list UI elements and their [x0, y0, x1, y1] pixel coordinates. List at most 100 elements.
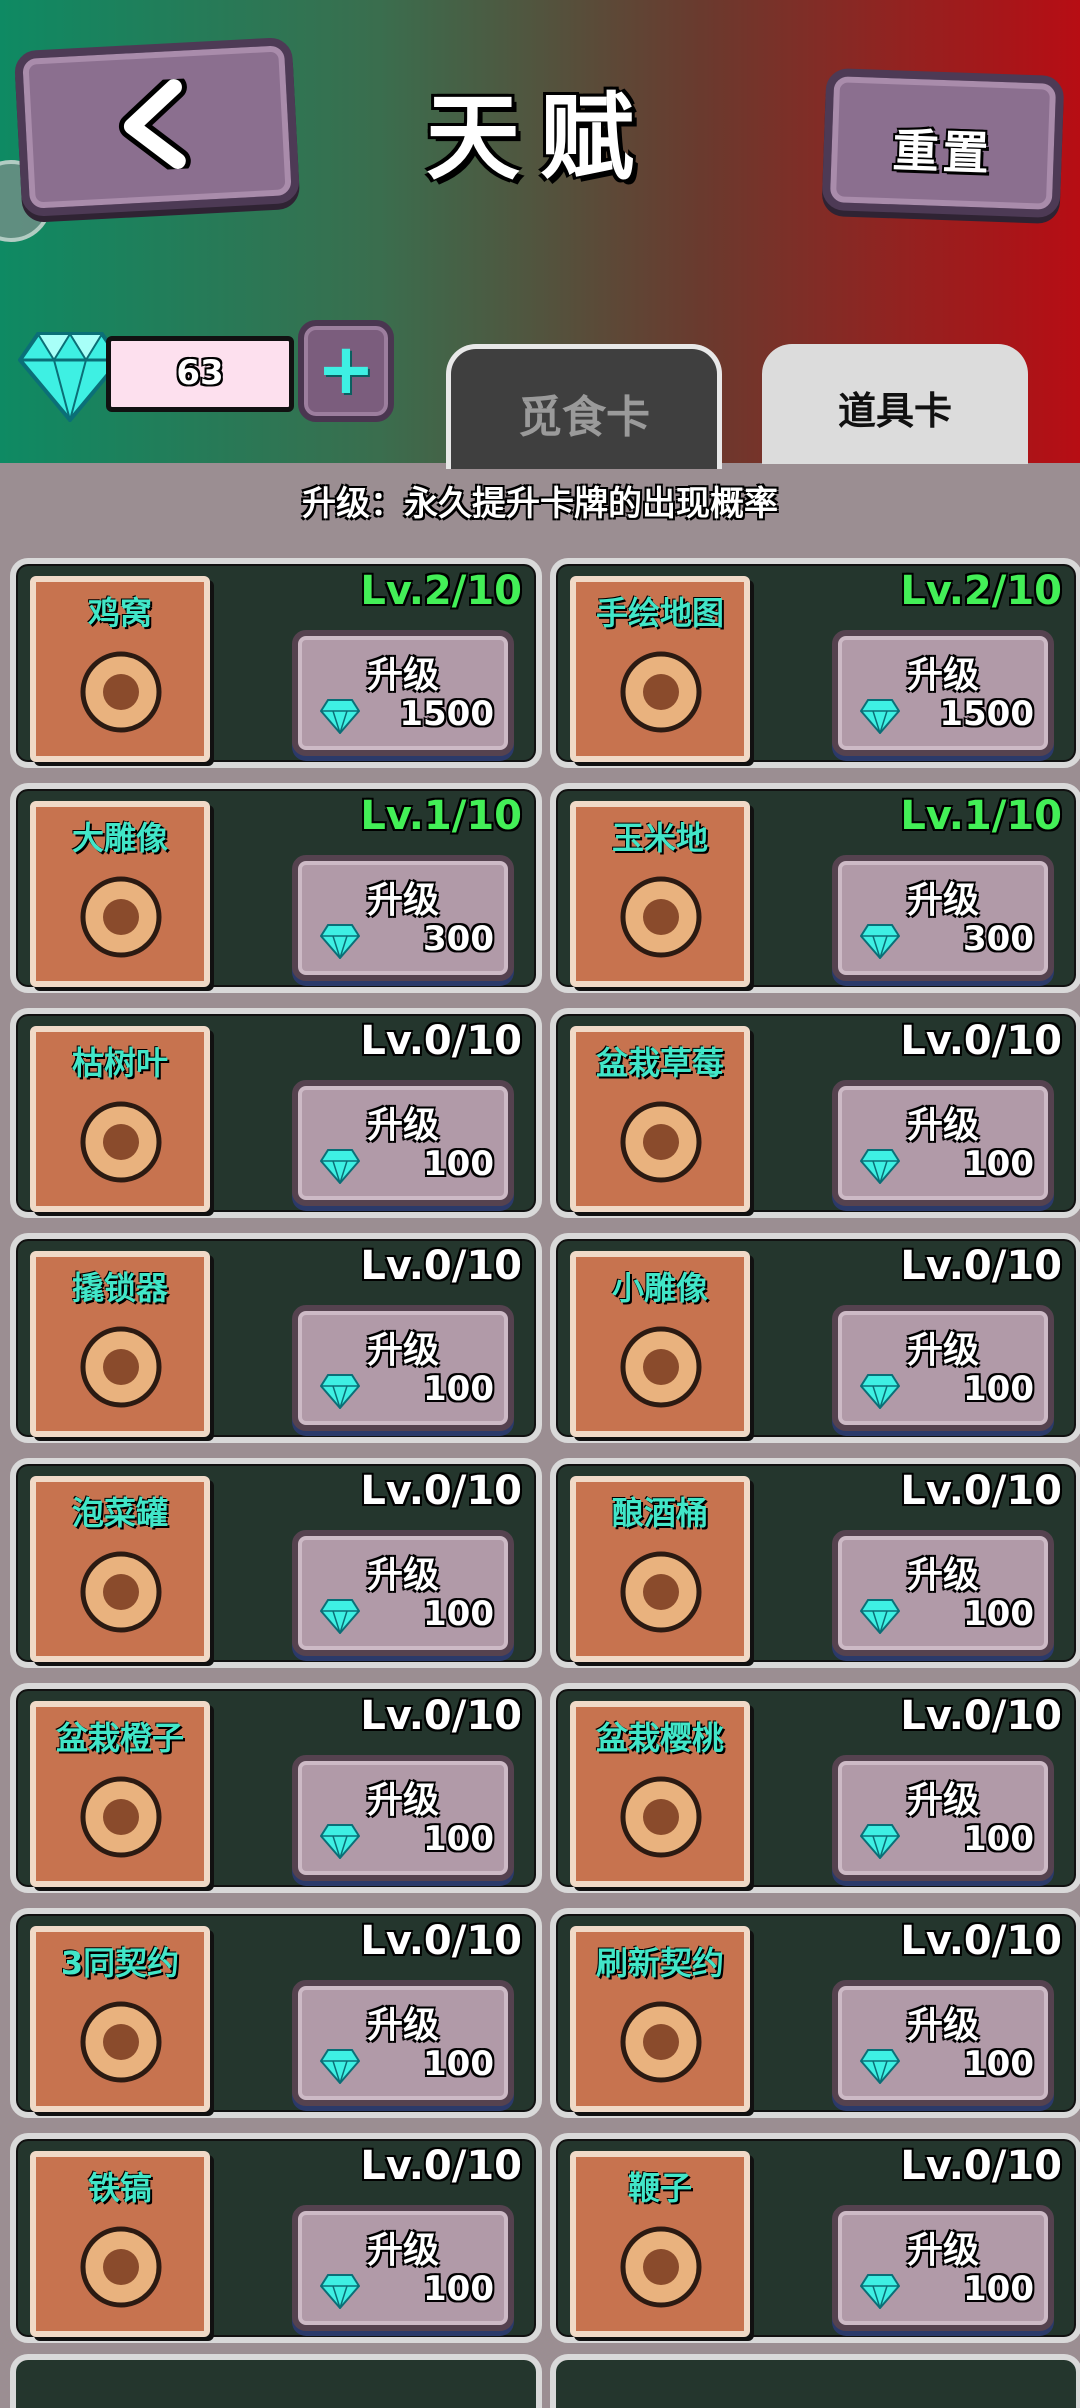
gem-icon: [320, 699, 360, 734]
card-level: Lv.0/10: [360, 1018, 522, 1064]
card-level: Lv.0/10: [900, 1243, 1062, 1289]
card-name: 盆栽橙子: [55, 1719, 184, 1757]
add-gems-button[interactable]: +: [298, 320, 394, 422]
upgrade-button[interactable]: 升级 1500: [292, 630, 514, 756]
card-icon-box: 玉米地: [570, 801, 750, 987]
upgrade-button[interactable]: 升级 100: [292, 1530, 514, 1656]
upgrade-label: 升级: [366, 655, 439, 696]
upgrade-label: 升级: [906, 655, 979, 696]
card-name: 泡菜罐: [71, 1494, 168, 1532]
card-name: 酿酒桶: [611, 1494, 708, 1532]
potted-strawberry-icon: [620, 1101, 702, 1183]
card-icon-box: 小雕像: [570, 1251, 750, 1437]
card-name: 鞭子: [627, 2169, 692, 2207]
pickaxe-icon: [80, 2226, 162, 2308]
upgrade-label: 升级: [906, 2230, 979, 2271]
refresh-scroll-icon: [620, 2001, 702, 2083]
card-icon-box: 酿酒桶: [570, 1476, 750, 1662]
upgrade-button[interactable]: 升级 100: [832, 2205, 1054, 2331]
upgrade-label: 升级: [906, 880, 979, 921]
upgrade-button[interactable]: 升级 100: [292, 2205, 514, 2331]
dry-leaves-icon: [80, 1101, 162, 1183]
card-name: 3同契约: [60, 1944, 180, 1982]
talent-card: 大雕像 Lv.1/10 升级 300: [10, 783, 542, 993]
map-icon: [620, 651, 702, 733]
talent-card: 盆栽草莓 Lv.0/10 升级 100: [550, 1008, 1080, 1218]
upgrade-button[interactable]: 升级 100: [832, 1530, 1054, 1656]
card-level: Lv.1/10: [360, 793, 522, 839]
card-icon-box: 3同契约: [30, 1926, 210, 2112]
upgrade-cost: 100: [963, 2269, 1034, 2309]
upgrade-label: 升级: [366, 2005, 439, 2046]
small-statue-icon: [620, 1326, 702, 1408]
tab-forage-cards[interactable]: 觅食卡: [446, 344, 722, 469]
plus-icon: +: [316, 328, 376, 410]
gem-icon: [860, 2049, 900, 2084]
card-name: 小雕像: [611, 1269, 708, 1307]
upgrade-cost: 100: [423, 2044, 494, 2084]
gem-icon: [860, 924, 900, 959]
gem-count: 63: [176, 353, 224, 393]
upgrade-label: 升级: [906, 1330, 979, 1371]
talent-card: 鞭子 Lv.0/10 升级 100: [550, 2133, 1080, 2343]
gem-icon: [860, 2274, 900, 2309]
pickle-jar-icon: [80, 1551, 162, 1633]
card-name: 鸡窝: [87, 594, 152, 632]
card-level: Lv.0/10: [360, 1468, 522, 1514]
upgrade-label: 升级: [366, 2230, 439, 2271]
triple-check-scroll-icon: [80, 2001, 162, 2083]
upgrade-cost: 100: [963, 1594, 1034, 1634]
gem-icon: [320, 2274, 360, 2309]
talent-card: 酿酒桶 Lv.0/10 升级 100: [550, 1458, 1080, 1668]
upgrade-button[interactable]: 升级 100: [832, 1980, 1054, 2106]
talent-card-partial: [10, 2354, 542, 2408]
upgrade-cost: 100: [423, 1594, 494, 1634]
talent-card: 小雕像 Lv.0/10 升级 100: [550, 1233, 1080, 1443]
gem-icon: [860, 699, 900, 734]
card-level: Lv.1/10: [900, 793, 1062, 839]
wine-barrel-icon: [620, 1551, 702, 1633]
card-level: Lv.0/10: [360, 1918, 522, 1964]
potted-cherry-icon: [620, 1776, 702, 1858]
upgrade-button[interactable]: 升级 300: [832, 855, 1054, 981]
upgrade-button[interactable]: 升级 100: [292, 1980, 514, 2106]
upgrade-label: 升级: [366, 1555, 439, 1596]
talent-card: 撬锁器 Lv.0/10 升级 100: [10, 1233, 542, 1443]
card-icon-box: 铁镐: [30, 2151, 210, 2337]
card-level: Lv.0/10: [900, 1468, 1062, 1514]
upgrade-label: 升级: [906, 1105, 979, 1146]
talent-card: 盆栽橙子 Lv.0/10 升级 100: [10, 1683, 542, 1893]
card-name: 手绘地图: [595, 594, 724, 632]
card-icon-box: 刷新契约: [570, 1926, 750, 2112]
talent-card: 手绘地图 Lv.2/10 升级 1500: [550, 558, 1080, 768]
header-bar: 天赋 重置 63 + 觅食卡 道具卡: [0, 0, 1080, 469]
upgrade-button[interactable]: 升级 100: [832, 1080, 1054, 1206]
upgrade-cost: 100: [423, 1144, 494, 1184]
card-level: Lv.2/10: [900, 568, 1062, 614]
tab-item-cards[interactable]: 道具卡: [762, 344, 1028, 464]
upgrade-button[interactable]: 升级 100: [832, 1755, 1054, 1881]
card-name: 玉米地: [611, 819, 708, 857]
upgrade-cost: 100: [963, 1144, 1034, 1184]
upgrade-button[interactable]: 升级 100: [292, 1305, 514, 1431]
upgrade-hint: 升级：永久提升卡牌的出现概率: [302, 484, 778, 524]
reset-button[interactable]: 重置: [821, 67, 1065, 219]
upgrade-button[interactable]: 升级 100: [832, 1305, 1054, 1431]
lockpick-icon: [80, 1326, 162, 1408]
talent-card: 刷新契约 Lv.0/10 升级 100: [550, 1908, 1080, 2118]
upgrade-button[interactable]: 升级 300: [292, 855, 514, 981]
upgrade-button[interactable]: 升级 1500: [832, 630, 1054, 756]
whip-icon: [620, 2226, 702, 2308]
gem-icon: [320, 1149, 360, 1184]
card-icon-box: 鸡窝: [30, 576, 210, 762]
card-name: 铁镐: [87, 2169, 152, 2207]
chicken-coop-icon: [80, 651, 162, 733]
card-level: Lv.0/10: [900, 1918, 1062, 1964]
card-level: Lv.0/10: [360, 1693, 522, 1739]
upgrade-label: 升级: [906, 1780, 979, 1821]
upgrade-button[interactable]: 升级 100: [292, 1080, 514, 1206]
upgrade-cost: 1500: [399, 694, 494, 734]
upgrade-button[interactable]: 升级 100: [292, 1755, 514, 1881]
gem-icon: [320, 2049, 360, 2084]
upgrade-label: 升级: [906, 2005, 979, 2046]
